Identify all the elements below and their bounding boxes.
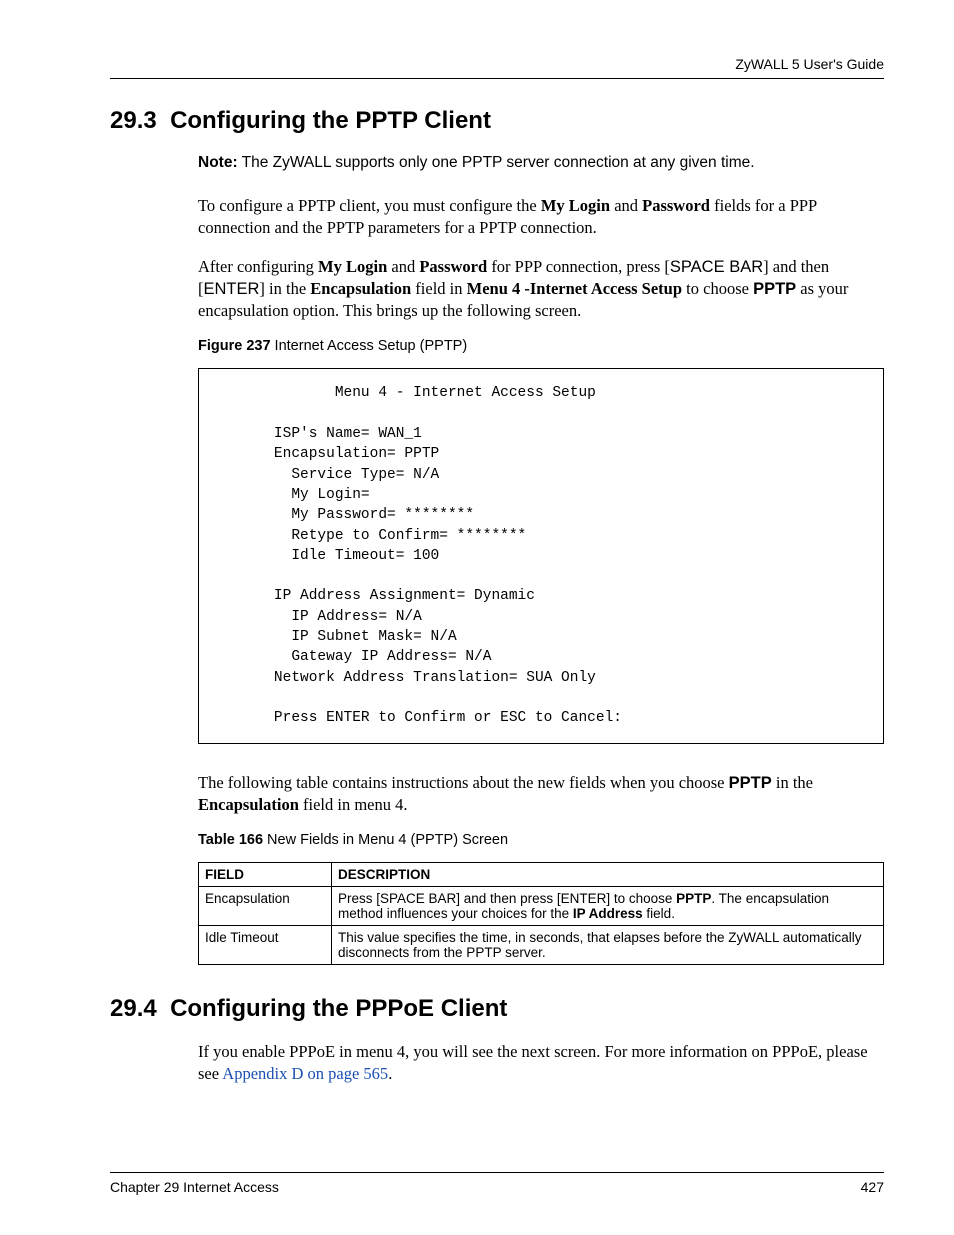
page-footer: Chapter 29 Internet Access 427: [110, 1172, 884, 1195]
note-paragraph: Note: The ZyWALL supports only one PPTP …: [198, 153, 884, 173]
terminal-screenshot: Menu 4 - Internet Access Setup ISP's Nam…: [198, 368, 884, 743]
table-intro-paragraph: The following table contains instruction…: [198, 772, 884, 817]
figure-caption-text: Internet Access Setup (PPTP): [271, 338, 468, 354]
table-166: FIELD DESCRIPTION Encapsulation Press [S…: [198, 862, 884, 965]
section-number: 29.3: [110, 107, 157, 134]
section-29-4-body: If you enable PPPoE in menu 4, you will …: [198, 1041, 884, 1086]
page: ZyWALL 5 User's Guide 29.3 Configuring t…: [0, 0, 954, 1235]
table-label: Table 166: [198, 832, 263, 848]
appendix-d-link[interactable]: Appendix D on page 565: [222, 1064, 388, 1083]
cell-field: Idle Timeout: [199, 926, 332, 965]
cell-field: Encapsulation: [199, 887, 332, 926]
col-field: FIELD: [199, 863, 332, 887]
section-29-4-paragraph: If you enable PPPoE in menu 4, you will …: [198, 1041, 884, 1086]
intro-paragraph-2: After configuring My Login and Password …: [198, 256, 884, 323]
intro-paragraph-1: To configure a PPTP client, you must con…: [198, 195, 884, 240]
cell-description: Press [SPACE BAR] and then press [ENTER]…: [332, 887, 884, 926]
running-head: ZyWALL 5 User's Guide: [110, 56, 884, 79]
table-caption-text: New Fields in Menu 4 (PPTP) Screen: [263, 832, 508, 848]
table-row: Encapsulation Press [SPACE BAR] and then…: [199, 887, 884, 926]
section-number: 29.4: [110, 995, 157, 1022]
cell-description: This value specifies the time, in second…: [332, 926, 884, 965]
figure-237-caption: Figure 237 Internet Access Setup (PPTP): [198, 338, 884, 354]
footer-chapter: Chapter 29 Internet Access: [110, 1179, 279, 1195]
note-text: The ZyWALL supports only one PPTP server…: [238, 154, 755, 171]
section-29-4-title: 29.4 Configuring the PPPoE Client: [110, 995, 884, 1023]
col-description: DESCRIPTION: [332, 863, 884, 887]
table-166-caption: Table 166 New Fields in Menu 4 (PPTP) Sc…: [198, 832, 884, 848]
table-row: Idle Timeout This value specifies the ti…: [199, 926, 884, 965]
note-label: Note:: [198, 154, 238, 171]
section-title-text: Configuring the PPTP Client: [170, 107, 491, 134]
section-29-3-body: Note: The ZyWALL supports only one PPTP …: [198, 153, 884, 965]
table-header-row: FIELD DESCRIPTION: [199, 863, 884, 887]
footer-page-number: 427: [861, 1179, 884, 1195]
figure-label: Figure 237: [198, 338, 271, 354]
section-29-3-title: 29.3 Configuring the PPTP Client: [110, 107, 884, 135]
section-title-text: Configuring the PPPoE Client: [170, 995, 507, 1022]
